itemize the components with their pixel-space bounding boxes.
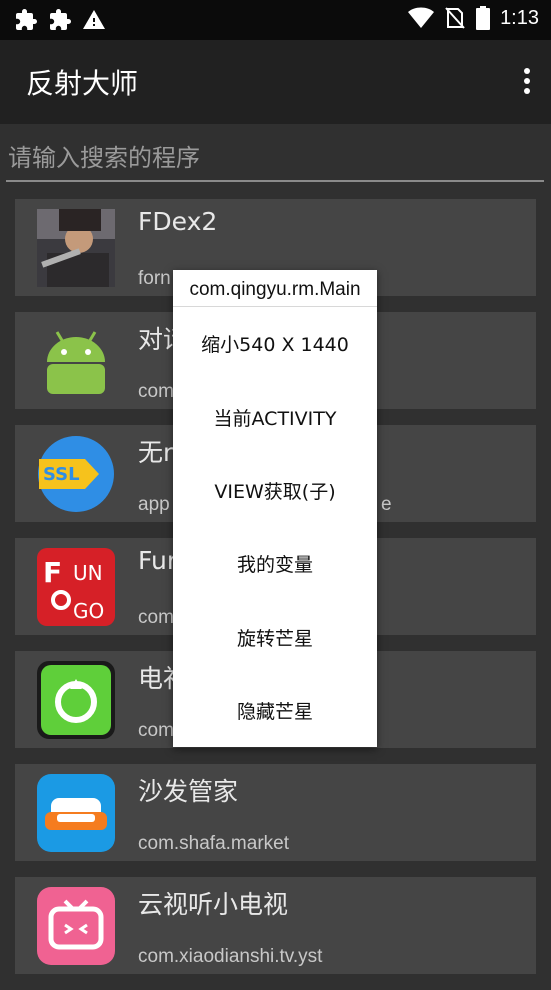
search-field[interactable] (6, 136, 546, 182)
fdex2-icon (37, 209, 115, 287)
puzzle-icon (16, 9, 37, 30)
rocket-icon (37, 661, 115, 739)
status-bar: 1:13 (0, 0, 551, 40)
list-item[interactable]: 云视听小电视 com.xiaodianshi.tv.yst (15, 877, 536, 974)
puzzle-icon (50, 9, 71, 30)
app-name: FDex2 (138, 207, 218, 236)
app-package: com.xiaodianshi.tv.yst (138, 946, 323, 967)
menu-item-hide-star[interactable]: 隐藏芒星 (173, 674, 377, 747)
more-vert-icon[interactable] (523, 68, 531, 94)
svg-text:SSL: SSL (43, 464, 80, 485)
app-name: 沙发管家 (138, 777, 239, 806)
menu-item-scale[interactable]: 缩小540 X 1440 (173, 307, 377, 380)
android-icon (37, 322, 115, 400)
status-right-icons: 1:13 (408, 6, 539, 30)
app-name: Fur (138, 546, 178, 575)
sofa-icon (37, 774, 115, 852)
app-package: app (138, 494, 170, 515)
app-title: 反射大师 (26, 67, 139, 100)
app-bar: 反射大师 (0, 40, 551, 124)
app-package: com.shafa.market (138, 833, 289, 854)
warning-icon (83, 10, 105, 29)
battery-icon (476, 6, 491, 30)
app-name: 云视听小电视 (138, 890, 289, 919)
wifi-icon (408, 7, 435, 28)
svg-text:UN: UN (73, 561, 103, 585)
menu-item-rotate-star[interactable]: 旋转芒星 (173, 601, 377, 674)
menu-item-current-activity[interactable]: 当前ACTIVITY (173, 380, 377, 453)
ssl-icon: SSL (38, 436, 114, 512)
menu-title: com.qingyu.rm.Main (173, 270, 377, 307)
menu-item-view-get[interactable]: VIEW获取(子) (173, 454, 377, 527)
status-left-icons (14, 8, 106, 32)
popup-menu: com.qingyu.rm.Main 缩小540 X 1440 当前ACTIVI… (173, 270, 377, 747)
no-sim-icon (445, 7, 465, 29)
fungo-icon: F UN GO (37, 548, 115, 626)
app-package-tail: e (381, 494, 392, 515)
status-time: 1:13 (500, 6, 539, 29)
svg-text:F: F (43, 556, 62, 589)
svg-text:GO: GO (73, 599, 104, 623)
search-input[interactable] (6, 136, 546, 180)
app-package: forn (138, 268, 171, 289)
menu-item-my-variables[interactable]: 我的变量 (173, 527, 377, 600)
list-item[interactable]: 沙发管家 com.shafa.market (15, 764, 536, 861)
tv-icon (37, 887, 115, 965)
